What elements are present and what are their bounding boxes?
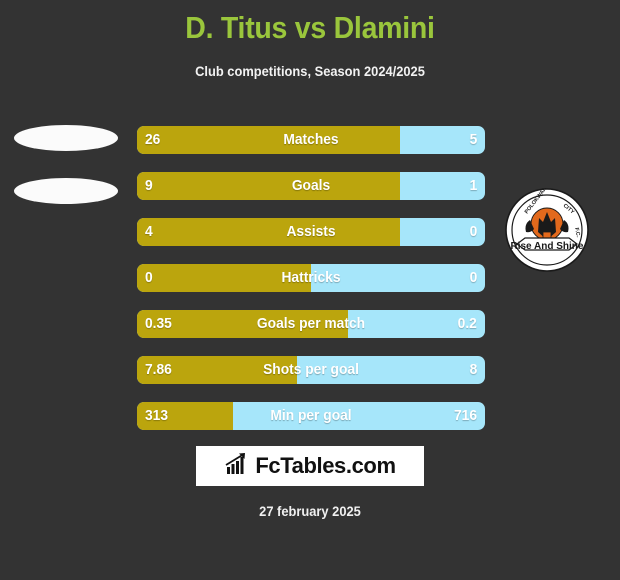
- page-title: D. Titus vs Dlamini: [185, 10, 435, 45]
- table-row: 7.86 Shots per goal 8: [137, 356, 485, 384]
- bar-label: Shots per goal: [263, 361, 359, 378]
- bar-label: Min per goal: [270, 407, 352, 424]
- avatar-player-right: [14, 178, 118, 204]
- bar-value-right: 716: [453, 407, 477, 424]
- fctables-brand-logo[interactable]: FcTables.com: [196, 446, 424, 486]
- svg-text:Rise And Shine: Rise And Shine: [511, 241, 584, 252]
- stat-bars-list: 26 Matches 5 9 Goals 1 4 Assists 0 0 Hat…: [137, 126, 485, 448]
- brand-name: FcTables.com: [255, 453, 396, 478]
- bar-label: Assists: [286, 223, 336, 240]
- bar-value-right: 1: [469, 177, 477, 194]
- page-subtitle: Club competitions, Season 2024/2025: [195, 63, 425, 79]
- bar-label: Matches: [283, 131, 339, 148]
- bar-chart-icon: [224, 452, 250, 481]
- bar-value-right: 0: [469, 269, 477, 286]
- bar-label: Hattricks: [281, 269, 341, 286]
- avatar-player-left: [14, 125, 118, 151]
- table-row: 4 Assists 0: [137, 218, 485, 246]
- table-row: 0.35 Goals per match 0.2: [137, 310, 485, 338]
- bar-value-right: 8: [469, 361, 477, 378]
- bar-value-right: 0: [469, 223, 477, 240]
- bar-value-right: 5: [469, 131, 477, 148]
- report-date: 27 february 2025: [259, 503, 361, 519]
- bar-label: Goals per match: [256, 315, 366, 332]
- table-row: 0 Hattricks 0: [137, 264, 485, 292]
- bar-label: Goals: [291, 177, 331, 194]
- table-row: 26 Matches 5: [137, 126, 485, 154]
- table-row: 313 Min per goal 716: [137, 402, 485, 430]
- bar-value-right: 0.2: [457, 315, 477, 332]
- table-row: 9 Goals 1: [137, 172, 485, 200]
- stat-comparison-card: D. Titus vs Dlamini Club competitions, S…: [0, 0, 620, 580]
- polokwane-city-fc-crest-icon: Rise And Shine POLOKWANE CITY F.C.: [505, 183, 589, 272]
